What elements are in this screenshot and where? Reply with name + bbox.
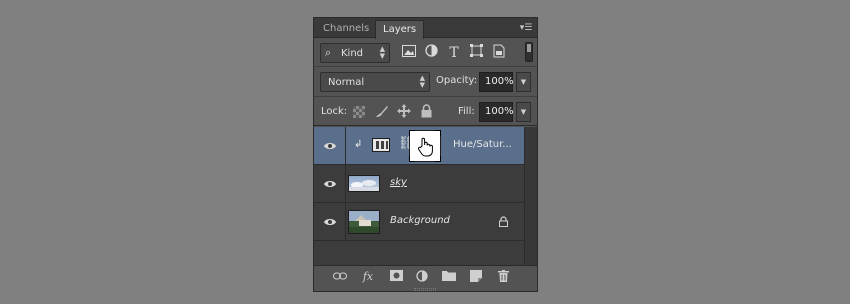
link-layers-icon[interactable]	[332, 270, 348, 284]
tab-bar: Channels Layers ▾☰	[314, 18, 537, 39]
fill-label: Fill:	[458, 106, 475, 117]
layers-panel: Channels Layers ▾☰ ⌕ Kind ▲ ▼ T Normal ▲ ▼…	[313, 17, 538, 292]
blend-mode-value: Normal	[328, 77, 365, 88]
delete-layer-icon[interactable]	[495, 270, 511, 284]
layer-row-background[interactable]: Background	[314, 203, 524, 241]
select-arrows-icon: ▲ ▼	[419, 74, 425, 89]
filter-toggle-switch[interactable]	[525, 42, 533, 62]
eye-icon	[324, 143, 336, 149]
add-mask-icon[interactable]	[388, 270, 404, 284]
lock-label: Lock:	[321, 106, 348, 117]
layer-row-sky[interactable]: sky	[314, 165, 524, 203]
filter-kind-label: Kind	[341, 48, 364, 59]
layer-name[interactable]: Background	[390, 215, 450, 226]
shape-filter-icon[interactable]	[467, 44, 485, 62]
lock-image-pixels-icon[interactable]	[374, 104, 390, 120]
new-group-icon[interactable]	[441, 270, 457, 284]
fill-dropdown-button[interactable]: ▼	[516, 102, 531, 122]
new-adjustment-icon[interactable]	[414, 270, 430, 284]
opacity-input[interactable]: 100%	[479, 72, 514, 92]
lock-row: Lock: Fill: 100% ▼	[314, 98, 537, 126]
hue-saturation-adjustment-icon	[372, 138, 390, 152]
opacity-dropdown-button[interactable]: ▼	[516, 72, 531, 92]
image-filter-icon[interactable]	[400, 44, 418, 62]
layers-bottom-toolbar: fx	[314, 265, 537, 287]
sky-thumbnail	[348, 175, 380, 192]
layer-lock-icon	[499, 216, 508, 230]
layers-list: ↲ ⛓ Hue/Satur... sky Background	[314, 127, 537, 265]
smart-object-filter-icon[interactable]	[490, 44, 508, 62]
lock-all-icon[interactable]	[418, 104, 434, 120]
blend-row: Normal ▲ ▼ Opacity: 100% ▼	[314, 68, 537, 97]
layers-scrollbar[interactable]	[524, 127, 537, 265]
fx-icon[interactable]: fx	[360, 270, 376, 284]
new-layer-icon[interactable]	[468, 270, 484, 284]
search-icon: ⌕	[325, 46, 332, 59]
filter-kind-select[interactable]: ⌕ Kind ▲ ▼	[320, 43, 390, 63]
opacity-label: Opacity:	[436, 75, 478, 86]
tab-channels[interactable]: Channels	[316, 20, 376, 38]
blend-mode-select[interactable]: Normal ▲ ▼	[320, 72, 430, 92]
eye-icon	[324, 181, 336, 187]
select-arrows-icon: ▲ ▼	[379, 45, 385, 60]
type-filter-icon[interactable]: T	[445, 44, 463, 62]
panel-menu-icon[interactable]: ▾☰	[518, 22, 534, 34]
adjustment-filter-icon[interactable]	[422, 44, 440, 62]
filter-row: ⌕ Kind ▲ ▼ T	[314, 39, 537, 67]
layer-mask-thumbnail[interactable]	[409, 130, 441, 162]
background-thumbnail	[348, 210, 380, 234]
visibility-toggle[interactable]	[314, 127, 346, 165]
hand-cursor-icon	[417, 137, 433, 157]
tab-layers[interactable]: Layers	[375, 20, 425, 39]
layer-name[interactable]: Hue/Satur...	[453, 139, 512, 150]
lock-position-icon[interactable]	[396, 104, 412, 120]
fill-input[interactable]: 100%	[479, 102, 514, 122]
panel-resize-grip[interactable]	[414, 288, 436, 291]
lock-transparency-icon[interactable]	[353, 106, 365, 118]
visibility-toggle[interactable]	[314, 203, 346, 241]
layer-name[interactable]: sky	[390, 177, 407, 188]
visibility-toggle[interactable]	[314, 165, 346, 203]
eye-icon	[324, 219, 336, 225]
layer-row-hue-saturation[interactable]: ↲ ⛓ Hue/Satur...	[314, 127, 524, 165]
clipping-mask-arrow-icon: ↲	[354, 139, 363, 150]
